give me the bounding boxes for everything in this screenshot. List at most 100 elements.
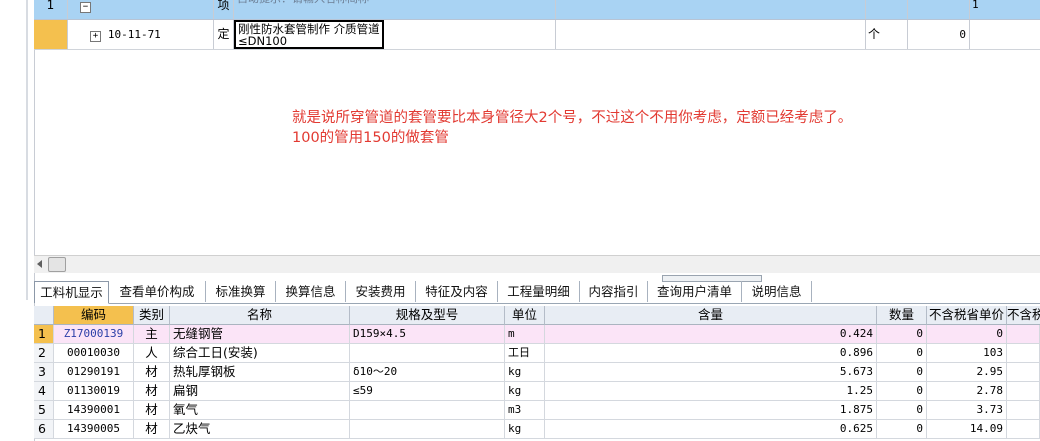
tab-user-list[interactable]: 查询用户清单: [648, 281, 742, 302]
spec-cell[interactable]: [350, 420, 505, 439]
price-cell[interactable]: 0: [927, 325, 1007, 344]
tab-quantity-detail[interactable]: 工程量明细: [498, 281, 580, 302]
tab-unit-price[interactable]: 查看单价构成: [109, 281, 206, 302]
qty-cell[interactable]: 0: [877, 382, 927, 401]
type-cell: 定: [214, 20, 234, 49]
qty2-cell: 1: [972, 0, 979, 11]
row-index[interactable]: 4: [34, 382, 54, 401]
content-cell[interactable]: 5.673: [545, 363, 877, 382]
tab-install-fee[interactable]: 安装费用: [346, 281, 416, 302]
unit-cell[interactable]: m3: [505, 401, 545, 420]
name-rest: [384, 20, 556, 49]
row-index[interactable]: 3: [34, 363, 54, 382]
price2-cell[interactable]: [1007, 363, 1040, 382]
row-index[interactable]: 6: [34, 420, 54, 439]
spec-cell[interactable]: [350, 401, 505, 420]
spec-cell[interactable]: D159×4.5: [350, 325, 505, 344]
name-cell[interactable]: 无缝钢管: [170, 325, 350, 344]
price2-cell[interactable]: [1007, 325, 1040, 344]
col-header-name[interactable]: 名称: [170, 306, 350, 325]
code-cell[interactable]: 00010030: [54, 344, 134, 363]
tab-description[interactable]: 说明信息: [742, 281, 812, 302]
qty-cell[interactable]: 0: [877, 325, 927, 344]
category-cell[interactable]: 材: [134, 363, 170, 382]
name-hint[interactable]: 自动提示：请输入名称简称: [234, 0, 556, 19]
col-header-category[interactable]: 类别: [134, 306, 170, 325]
price-cell[interactable]: 2.95: [927, 363, 1007, 382]
category-cell[interactable]: 材: [134, 420, 170, 439]
content-cell[interactable]: 1.25: [545, 382, 877, 401]
col-header-qty[interactable]: 数量: [877, 306, 927, 325]
unit-cell[interactable]: kg: [505, 363, 545, 382]
price-cell[interactable]: 2.78: [927, 382, 1007, 401]
code-cell[interactable]: 01130019: [54, 382, 134, 401]
category-cell[interactable]: 材: [134, 401, 170, 420]
spec-cell[interactable]: δ10～20: [350, 363, 505, 382]
content-cell[interactable]: 0.896: [545, 344, 877, 363]
category-cell[interactable]: 人: [134, 344, 170, 363]
quota-code: 10-11-71: [107, 28, 161, 41]
row-index[interactable]: 1: [34, 325, 54, 344]
content-cell[interactable]: 1.875: [545, 401, 877, 420]
price-cell[interactable]: 3.73: [927, 401, 1007, 420]
tab-standard-conversion[interactable]: 标准换算: [206, 281, 276, 302]
category-cell[interactable]: 主: [134, 325, 170, 344]
qty-cell[interactable]: 0: [877, 401, 927, 420]
price-cell[interactable]: 14.09: [927, 420, 1007, 439]
code-cell[interactable]: 14390005: [54, 420, 134, 439]
unit-cell[interactable]: kg: [505, 420, 545, 439]
col-header-code[interactable]: 编码: [54, 306, 134, 325]
left-frame: [0, 0, 35, 441]
price2-cell[interactable]: [1007, 382, 1040, 401]
qty-cell: [908, 0, 970, 19]
row-index[interactable]: 5: [34, 401, 54, 420]
col-header-content[interactable]: 含量: [545, 306, 877, 325]
scroll-thumb[interactable]: [48, 257, 66, 272]
left-splitter[interactable]: [26, 0, 28, 300]
expand-toggle[interactable]: +: [90, 31, 101, 42]
code-cell[interactable]: 14390001: [54, 401, 134, 420]
tab-content-guide[interactable]: 内容指引: [580, 281, 648, 302]
name-cell[interactable]: 综合工日(安装): [170, 344, 350, 363]
tab-labor-material[interactable]: 工料机显示: [34, 281, 109, 304]
code-cell[interactable]: + 10-11-71: [68, 20, 214, 49]
col-header-unit[interactable]: 单位: [505, 306, 545, 325]
scroll-left-icon[interactable]: [37, 260, 42, 268]
name-cell[interactable]: 扁钢: [170, 382, 350, 401]
unit-cell: 个: [866, 20, 908, 49]
name-cell[interactable]: 热轧厚钢板: [170, 363, 350, 382]
collapse-toggle[interactable]: −: [80, 2, 91, 13]
name-cell[interactable]: 氧气: [170, 401, 350, 420]
unit-cell[interactable]: kg: [505, 382, 545, 401]
qty-cell[interactable]: 0: [877, 344, 927, 363]
content-cell[interactable]: 0.424: [545, 325, 877, 344]
category-cell[interactable]: 材: [134, 382, 170, 401]
grid-row-1[interactable]: 1 − 项 自动提示：请输入名称简称 1: [34, 0, 1040, 20]
unit-cell[interactable]: m: [505, 325, 545, 344]
grid-row-2[interactable]: + 10-11-71 定 刚性防水套管制作 介质管道≤DN100 个 0: [34, 20, 1040, 50]
price2-cell[interactable]: [1007, 420, 1040, 439]
col-header-price2[interactable]: 不含税: [1007, 306, 1040, 325]
tab-features[interactable]: 特征及内容: [416, 281, 498, 302]
code-cell[interactable]: Z17000139: [54, 325, 134, 344]
detail-tabs: 工料机显示 查看单价构成 标准换算 换算信息 安装费用 特征及内容 工程量明细 …: [34, 281, 1040, 304]
col-header-price[interactable]: 不含税省单价: [927, 306, 1007, 325]
name-cell-editing[interactable]: 刚性防水套管制作 介质管道≤DN100: [234, 20, 384, 49]
col-header-spec[interactable]: 规格及型号: [350, 306, 505, 325]
qty2-cell: [970, 20, 1040, 49]
tab-conversion-info[interactable]: 换算信息: [276, 281, 346, 302]
expand-cell: −: [68, 0, 214, 19]
qty-cell[interactable]: 0: [877, 363, 927, 382]
unit-cell[interactable]: 工日: [505, 344, 545, 363]
content-cell[interactable]: 0.625: [545, 420, 877, 439]
horizontal-scrollbar[interactable]: [34, 255, 1040, 273]
price-cell[interactable]: 103: [927, 344, 1007, 363]
price2-cell[interactable]: [1007, 344, 1040, 363]
code-cell[interactable]: 01290191: [54, 363, 134, 382]
spec-cell[interactable]: [350, 344, 505, 363]
price2-cell[interactable]: [1007, 401, 1040, 420]
spec-cell[interactable]: ≤59: [350, 382, 505, 401]
row-index[interactable]: 2: [34, 344, 54, 363]
name-cell[interactable]: 乙炔气: [170, 420, 350, 439]
qty-cell[interactable]: 0: [877, 420, 927, 439]
